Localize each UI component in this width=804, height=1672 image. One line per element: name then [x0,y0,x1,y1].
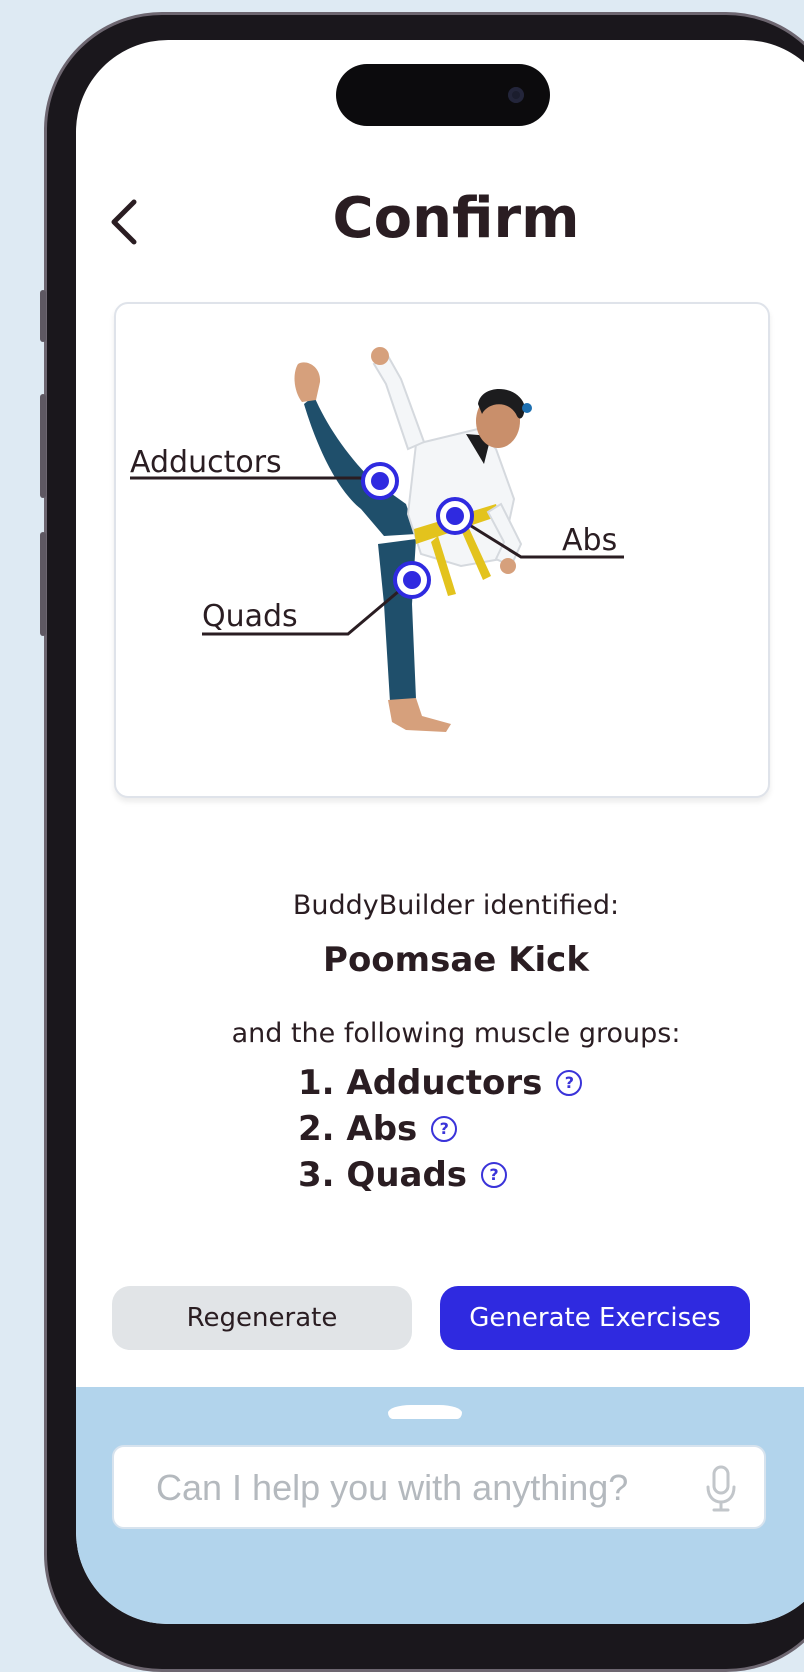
regenerate-button[interactable]: Regenerate [112,1286,412,1350]
list-item: 3. Quads ? [298,1152,582,1198]
identified-label: BuddyBuilder identified: [292,890,620,921]
muscle-name: 3. Quads [298,1155,468,1195]
chat-panel [76,1387,804,1624]
muscle-groups-label: and the following muscle groups: [231,1018,681,1049]
muscle-name: 1. Adductors [298,1063,543,1103]
muscle-name: 2. Abs [298,1109,418,1149]
chat-input[interactable] [154,1447,678,1529]
help-icon[interactable]: ? [556,1070,583,1096]
drag-handle[interactable] [388,1405,462,1419]
microphone-icon[interactable] [704,1465,738,1513]
page-title: Confirm [332,186,580,251]
muscle-diagram-card: Adductors Abs Quads [114,302,770,798]
action-button [40,290,46,342]
adductors-label: Adductors [130,445,282,480]
abs-label: Abs [562,523,617,558]
help-icon[interactable]: ? [431,1116,458,1142]
list-item: 1. Adductors ? [298,1060,583,1106]
chat-input-box [112,1445,766,1529]
app-screen: Confirm Adductors Abs Quads BuddyBuilder… [76,40,804,1624]
muscle-group-list: 1. Adductors ? 2. Abs ? 3. Quads ? [298,1060,583,1198]
exercise-name: Poomsae Kick [323,940,589,980]
adductors-marker[interactable] [361,462,399,500]
muscle-diagram: Adductors Abs Quads [130,347,624,732]
generate-exercises-button[interactable]: Generate Exercises [440,1286,750,1350]
list-item: 2. Abs ? [298,1106,582,1152]
quads-marker[interactable] [393,561,431,599]
volume-down-button [40,532,46,636]
abs-marker[interactable] [436,497,474,535]
athlete-figure [294,347,532,732]
help-icon[interactable]: ? [481,1162,508,1188]
dynamic-island [336,64,550,126]
camera-lens [508,87,524,103]
volume-up-button [40,394,46,498]
quads-label: Quads [202,599,298,634]
